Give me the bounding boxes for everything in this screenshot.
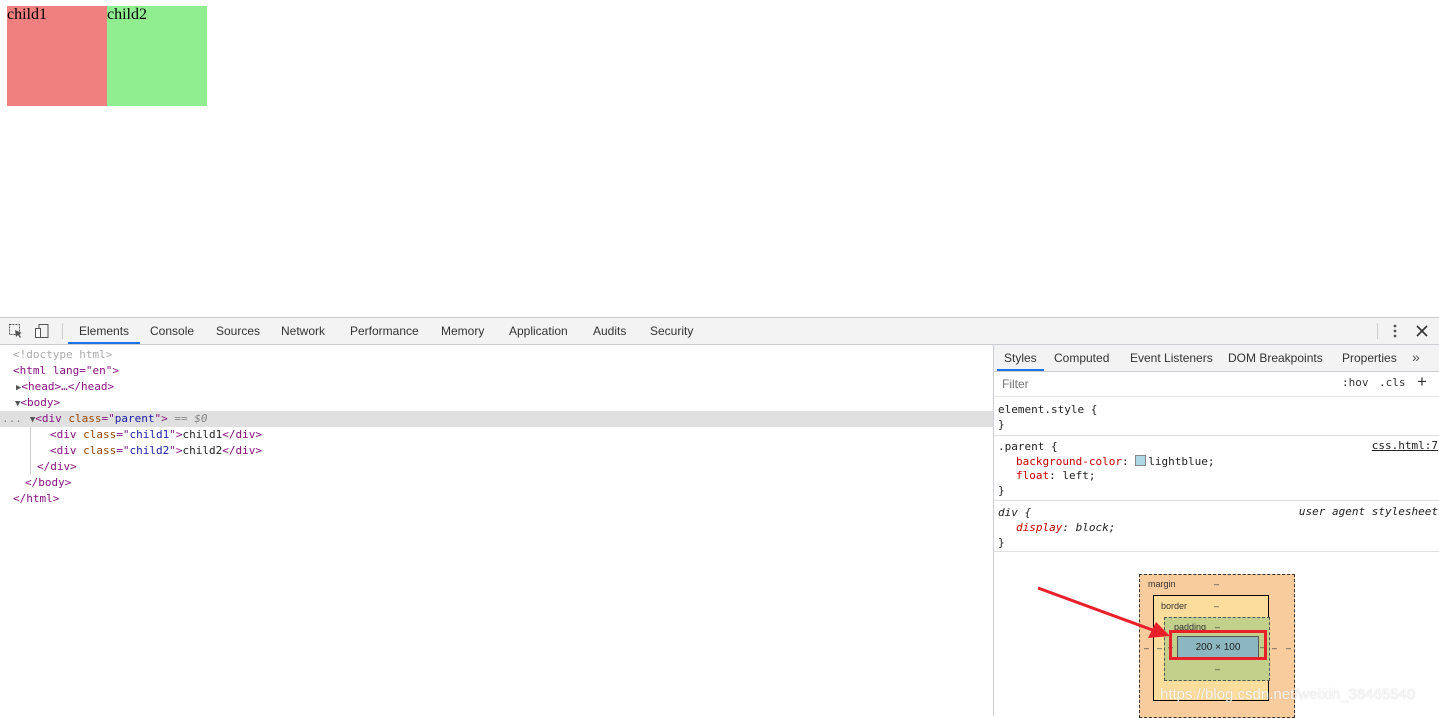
dom-doctype[interactable]: <!doctype html> — [0, 347, 993, 363]
chevron-double-right-icon[interactable]: » — [1412, 349, 1420, 365]
tab-elements[interactable]: Elements — [68, 318, 141, 344]
tab-event-listeners[interactable]: Event Listeners — [1130, 345, 1213, 371]
expand-arrow-icon[interactable]: ▶ — [0, 383, 21, 393]
collapse-arrow-icon[interactable]: ▼ — [22, 415, 35, 425]
dom-child1-div[interactable]: <div class="child1">child1</div> — [0, 427, 993, 443]
close-icon[interactable] — [1414, 323, 1430, 339]
tab-styles[interactable]: Styles — [997, 345, 1044, 371]
dom-div-close[interactable]: </div> — [0, 459, 993, 475]
dom-body[interactable]: ▼<body> — [0, 395, 993, 411]
tab-application[interactable]: Application — [509, 318, 568, 344]
ellipsis-icon[interactable]: ... — [0, 412, 22, 425]
elements-tree[interactable]: <!doctype html> <html lang="en"> ▶<head>… — [0, 345, 993, 716]
tab-dom-breakpoints[interactable]: DOM Breakpoints — [1228, 345, 1323, 371]
collapse-arrow-icon[interactable]: ▼ — [0, 399, 20, 409]
tab-security[interactable]: Security — [650, 318, 693, 344]
cls-button[interactable]: .cls — [1379, 376, 1406, 389]
color-swatch[interactable] — [1135, 455, 1147, 466]
rule-div-ua[interactable]: div { user agent stylesheet display: blo… — [994, 501, 1439, 552]
watermark-text: https://blog.csdn.net/weixin_36465540 — [1160, 686, 1416, 703]
child2-box: child2 — [107, 6, 207, 106]
tab-sources[interactable]: Sources — [216, 318, 260, 344]
tab-computed[interactable]: Computed — [1054, 345, 1109, 371]
dom-head[interactable]: ▶<head>…</head> — [0, 379, 993, 395]
styles-filter-input[interactable] — [998, 375, 1336, 392]
child1-text: child1 — [7, 6, 47, 23]
ua-stylesheet-label: user agent stylesheet — [1298, 505, 1438, 518]
content-highlight-box — [1169, 630, 1267, 660]
tree-guide — [30, 427, 31, 475]
tab-console[interactable]: Console — [150, 318, 194, 344]
child1-box: child1 — [7, 6, 107, 106]
source-link[interactable]: css.html:7 — [1372, 439, 1438, 452]
child2-text: child2 — [107, 6, 147, 23]
hov-button[interactable]: :hov — [1342, 376, 1369, 389]
dom-body-close[interactable]: </body> — [0, 475, 993, 491]
tab-properties[interactable]: Properties — [1342, 345, 1397, 371]
rule-element-style[interactable]: element.style { } — [994, 397, 1439, 436]
dom-child2-div[interactable]: <div class="child2">child2</div> — [0, 443, 993, 459]
dom-html[interactable]: <html lang="en"> — [0, 363, 993, 379]
styles-filter-bar: :hov .cls + — [994, 372, 1439, 397]
kebab-menu-icon[interactable] — [1387, 323, 1403, 339]
rule-parent[interactable]: .parent { css.html:7 background-color: l… — [994, 436, 1439, 501]
red-arrow-icon — [1037, 586, 1170, 638]
tab-network[interactable]: Network — [281, 318, 325, 344]
device-toggle-icon[interactable] — [34, 323, 50, 339]
dom-html-close[interactable]: </html> — [0, 491, 993, 507]
plus-icon[interactable]: + — [1417, 372, 1427, 392]
toolbar-separator — [62, 323, 63, 339]
tab-audits[interactable]: Audits — [593, 318, 626, 344]
tab-memory[interactable]: Memory — [441, 318, 484, 344]
page-preview: child1 child2 — [0, 0, 1439, 317]
devtools-toolbar: Elements Console Sources Network Perform… — [0, 318, 1439, 345]
toolbar-separator-right — [1377, 323, 1378, 339]
tab-performance[interactable]: Performance — [350, 318, 419, 344]
dom-parent-div[interactable]: ... ▼<div class="parent"> == $0 — [0, 411, 993, 427]
styles-pane: Styles Computed Event Listeners DOM Brea… — [993, 345, 1439, 718]
cursor-select-icon[interactable] — [8, 323, 24, 339]
sidepane-tabs: Styles Computed Event Listeners DOM Brea… — [994, 345, 1439, 372]
